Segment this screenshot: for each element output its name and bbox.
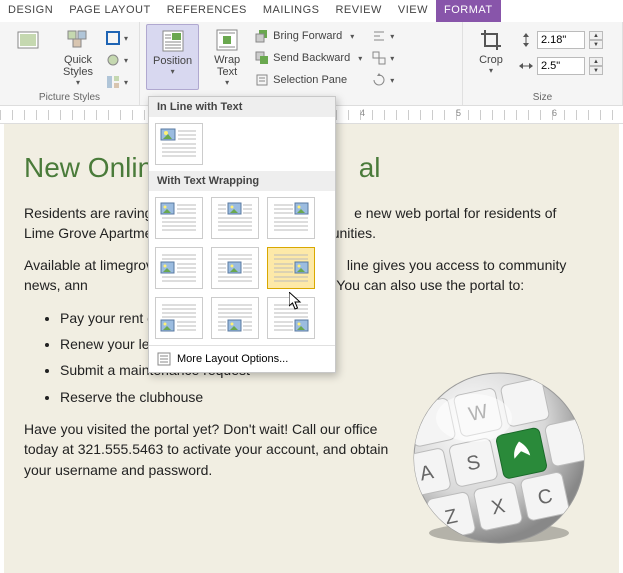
group-objects-button[interactable]: ▾ bbox=[372, 48, 394, 68]
position-top-center[interactable] bbox=[211, 197, 259, 239]
group-picture-styles: Quick Styles ▾ ▾ ▾ ▾ Picture Styles bbox=[0, 22, 140, 105]
tab-references[interactable]: REFERENCES bbox=[159, 0, 255, 22]
wrap-text-button[interactable]: Wrap Text ▾ bbox=[205, 24, 249, 90]
inserted-picture[interactable]: W A S Z X C bbox=[409, 368, 589, 548]
group-label-size: Size bbox=[469, 92, 616, 105]
tab-view[interactable]: VIEW bbox=[390, 0, 436, 22]
ribbon-tabs: DESIGN PAGE LAYOUT REFERENCES MAILINGS R… bbox=[0, 0, 623, 22]
picture-layout-button[interactable]: ▾ bbox=[106, 72, 128, 92]
more-layout-options[interactable]: More Layout Options... bbox=[149, 345, 335, 372]
position-button[interactable]: Position ▾ bbox=[146, 24, 199, 90]
width-icon bbox=[519, 59, 533, 73]
selection-pane-button[interactable]: Selection Pane bbox=[255, 70, 362, 90]
position-top-left[interactable] bbox=[155, 197, 203, 239]
picture-effects-button[interactable]: ▾ bbox=[106, 50, 128, 70]
height-spinner[interactable]: ▲▼ bbox=[589, 31, 603, 49]
position-middle-left[interactable] bbox=[155, 247, 203, 289]
dropdown-arrow-icon: ▾ bbox=[171, 67, 175, 76]
dropdown-arrow-icon: ▾ bbox=[225, 78, 229, 87]
tab-design[interactable]: DESIGN bbox=[0, 0, 61, 22]
height-icon bbox=[519, 33, 533, 47]
mouse-cursor-icon bbox=[289, 292, 303, 310]
bring-forward-button[interactable]: Bring Forward ▾ bbox=[255, 26, 362, 46]
send-backward-button[interactable]: Send Backward ▾ bbox=[255, 48, 362, 68]
width-input[interactable] bbox=[537, 57, 585, 75]
position-menu: In Line with Text With Text Wrapping Mor… bbox=[148, 96, 336, 373]
quick-styles-button[interactable]: Quick Styles ▾ bbox=[56, 24, 100, 92]
crop-button[interactable]: Crop ▾ bbox=[469, 24, 513, 77]
dropdown-arrow-icon: ▾ bbox=[489, 66, 493, 75]
position-menu-header-inline: In Line with Text bbox=[149, 97, 335, 117]
position-menu-header-wrap: With Text Wrapping bbox=[149, 171, 335, 191]
layout-options-icon bbox=[157, 352, 171, 366]
tab-mailings[interactable]: MAILINGS bbox=[255, 0, 328, 22]
doc-para-3: Have you visited the portal yet? Don't w… bbox=[24, 419, 394, 480]
tab-page-layout[interactable]: PAGE LAYOUT bbox=[61, 0, 159, 22]
position-top-right[interactable] bbox=[267, 197, 315, 239]
height-input[interactable] bbox=[537, 31, 585, 49]
position-middle-right[interactable] bbox=[267, 247, 315, 289]
ribbon: Quick Styles ▾ ▾ ▾ ▾ Picture Styles Posi… bbox=[0, 22, 623, 106]
group-size: Crop ▾ ▲▼ ▲▼ Size bbox=[463, 22, 623, 105]
style-gallery-icon[interactable] bbox=[6, 24, 50, 92]
picture-border-button[interactable]: ▾ bbox=[106, 28, 128, 48]
tab-format[interactable]: FORMAT bbox=[436, 0, 501, 22]
position-bottom-center[interactable] bbox=[211, 297, 259, 339]
position-middle-center[interactable] bbox=[211, 247, 259, 289]
tab-review[interactable]: REVIEW bbox=[327, 0, 389, 22]
width-spinner[interactable]: ▲▼ bbox=[589, 57, 603, 75]
dropdown-arrow-icon: ▾ bbox=[76, 78, 80, 87]
align-button[interactable]: ▾ bbox=[372, 26, 394, 46]
position-inline[interactable] bbox=[155, 123, 203, 165]
group-arrange: Position ▾ Wrap Text ▾ Bring Forward ▾ S… bbox=[140, 22, 463, 105]
group-label-picture-styles: Picture Styles bbox=[6, 92, 133, 105]
position-bottom-left[interactable] bbox=[155, 297, 203, 339]
rotate-button[interactable]: ▾ bbox=[372, 70, 394, 90]
